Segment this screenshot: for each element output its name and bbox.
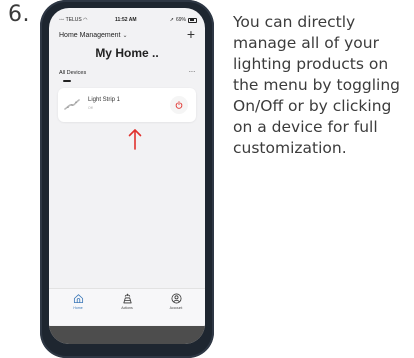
light-strip-icon — [64, 99, 80, 110]
devices-tab-row: All Devices ··· — [49, 67, 205, 82]
page-title[interactable]: My Home .. — [49, 46, 205, 60]
chevron-down-icon: ⌄ — [122, 33, 128, 39]
device-name: Light Strip 1 — [88, 97, 121, 103]
power-toggle-button[interactable] — [170, 96, 188, 114]
wifi-icon: ◠ — [83, 17, 88, 23]
up-arrow-annotation — [128, 129, 142, 150]
instructions-text: You can directly manage all of your ligh… — [233, 13, 401, 157]
tab-actions[interactable]: Actions — [107, 293, 147, 310]
power-icon — [175, 101, 183, 109]
tab-actions-label: Actions — [121, 306, 133, 310]
phone-frame: ◦◦◦ TELUS ◠ 11:52 AM ➚ 69% Home Manageme… — [40, 0, 214, 358]
carrier-label: ◦◦◦ TELUS ◠ — [59, 17, 88, 23]
battery-percent: 69% — [175, 17, 186, 23]
more-icon: ··· — [188, 67, 196, 76]
tab-all-devices[interactable]: All Devices — [59, 70, 86, 76]
step-number: 6. — [8, 2, 30, 27]
phone-screen: ◦◦◦ TELUS ◠ 11:52 AM ➚ 69% Home Manageme… — [49, 8, 205, 344]
tab-underline — [63, 80, 71, 82]
tab-home[interactable]: Home — [58, 293, 98, 310]
home-icon — [73, 294, 83, 304]
status-bar: ◦◦◦ TELUS ◠ 11:52 AM ➚ 69% — [49, 14, 205, 26]
add-device-button[interactable]: + — [187, 27, 195, 41]
account-icon — [171, 293, 181, 304]
actions-icon — [122, 293, 132, 304]
device-status: Off — [88, 106, 93, 110]
tab-account[interactable]: Account — [156, 293, 196, 310]
header-row: Home Management ⌄ + — [49, 27, 205, 44]
battery-icon — [188, 17, 197, 23]
plus-icon: + — [186, 26, 195, 42]
home-indicator-area — [49, 326, 205, 344]
more-options-button[interactable]: ··· — [189, 67, 196, 76]
tab-account-label: Account — [169, 306, 183, 310]
bottom-tab-bar: Home Actions Account — [49, 288, 205, 325]
status-right: ➚ 69% — [170, 17, 197, 23]
location-icon: ➚ — [169, 17, 174, 23]
home-select-label: Home Management — [59, 32, 121, 39]
tab-home-label: Home — [73, 306, 83, 310]
signal-icon: ◦◦◦ — [59, 17, 65, 23]
device-card-light-strip[interactable]: Light Strip 1 Off — [58, 88, 196, 122]
status-time: 11:52 AM — [115, 17, 137, 23]
home-management-dropdown[interactable]: Home Management ⌄ — [59, 32, 128, 39]
